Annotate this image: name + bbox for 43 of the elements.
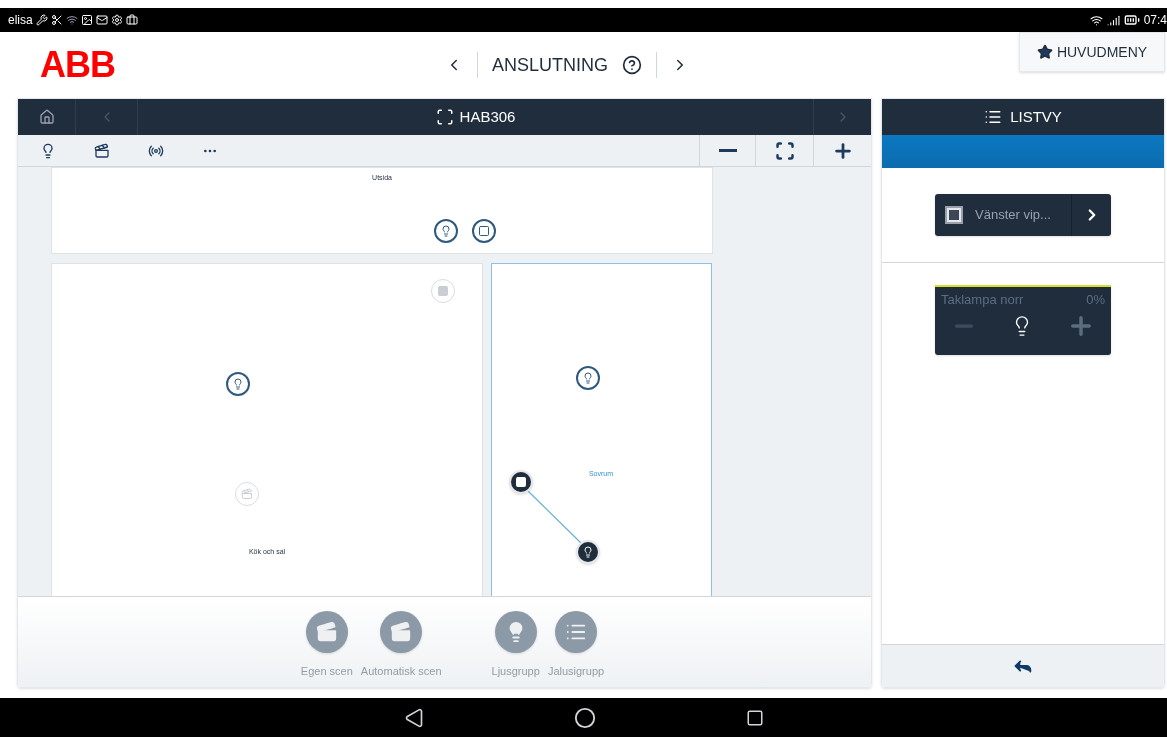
main-menu-button[interactable]: HUVUDMENY [1019,32,1165,72]
clapperboard-icon [241,488,253,500]
wifi-icon [65,14,78,26]
back-nav-button[interactable] [403,707,424,728]
minus-icon [718,149,737,152]
plan-title: HAB306 [459,106,516,127]
clapperboard-icon [390,621,413,643]
clapperboard-icon[interactable] [94,142,110,159]
dimmer-name: Taklampa norr [941,291,1024,309]
recents-nav-button[interactable] [745,708,764,727]
switch-icon [515,476,527,488]
lightbulb-icon [582,372,594,384]
abb-logo: ABB [40,47,115,83]
home-nav-button[interactable] [573,706,596,729]
help-icon[interactable] [622,55,642,75]
lightbulb-icon [232,378,244,390]
panel-title: LISTVY [1010,106,1062,127]
wrench-icon [35,14,48,26]
carrier-name: elisa [8,12,33,29]
lightbulb-icon [582,546,594,558]
image-icon [80,14,93,26]
signal-icon [1106,13,1120,27]
clapperboard-icon [315,621,338,643]
connection-line [527,490,582,544]
dimmer-reading: 0% [1086,291,1105,309]
scissors-icon [50,14,63,26]
lightbulb-icon [440,225,452,237]
floor-plan-icon [435,108,454,126]
switch-icon [437,285,449,297]
star-icon [1036,44,1053,60]
socket-icon [478,225,490,237]
battery-icon [1123,12,1140,28]
gear-icon [110,14,123,26]
page-title: ANSLUTNING [492,53,608,77]
wifi-icon [1089,13,1103,27]
lightbulb-icon[interactable] [40,142,56,159]
list-icon [984,108,1003,126]
switch-icon [945,206,963,224]
home-icon [38,109,55,125]
switch-button[interactable]: Vänster vip... [935,194,1111,236]
fit-icon [774,140,795,161]
mail-icon [95,14,108,26]
clock: 07:4 [1143,12,1167,29]
